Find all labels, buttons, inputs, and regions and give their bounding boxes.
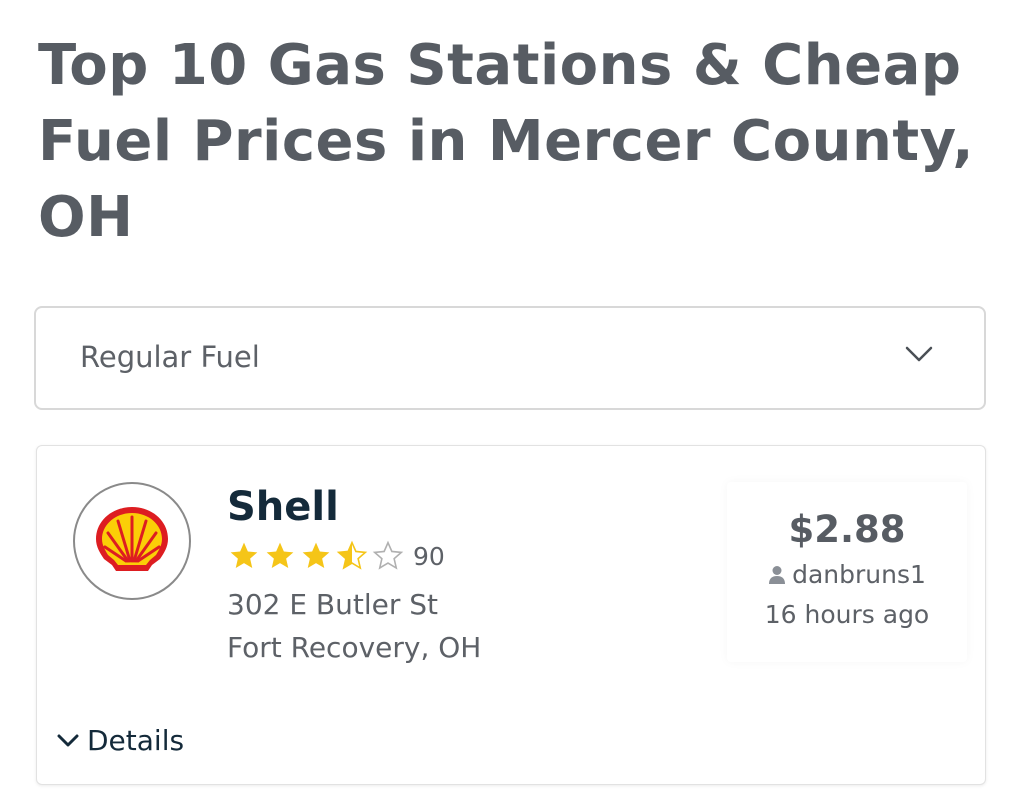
rating-count: 90: [413, 541, 445, 571]
shell-logo[interactable]: [73, 482, 191, 600]
shell-logo-icon: [96, 507, 168, 571]
address-city: Fort Recovery, OH: [227, 631, 482, 664]
fuel-type-value: Regular Fuel: [80, 340, 260, 374]
station-name[interactable]: Shell: [227, 482, 339, 532]
page-title: Top 10 Gas Stations & Cheap Fuel Prices …: [38, 33, 975, 250]
fuel-type-select[interactable]: Regular Fuel: [34, 306, 986, 410]
rating-stars: [227, 540, 407, 572]
star-half-icon: [336, 540, 368, 570]
star-full-icon: [266, 542, 294, 568]
price-box[interactable]: $2.88 danbruns1 16 hours ago: [727, 482, 967, 662]
details-toggle[interactable]: Details: [57, 724, 184, 757]
user-icon: [769, 565, 786, 584]
star-full-icon: [302, 542, 330, 568]
reporter-name: danbruns1: [792, 560, 926, 589]
chevron-down-icon: [57, 734, 79, 746]
details-label: Details: [87, 724, 185, 757]
rating: 90: [227, 538, 445, 574]
fuel-price: $2.88: [788, 508, 906, 551]
reported-time: 16 hours ago: [764, 600, 930, 629]
chevron-down-icon: [905, 346, 933, 362]
reporter: danbruns1: [727, 560, 967, 589]
station-card: Shell 90 302 E Butler St Fort Recovery, …: [36, 445, 986, 785]
star-empty-icon: [372, 540, 404, 570]
address-street: 302 E Butler St: [227, 588, 439, 621]
star-full-icon: [230, 542, 258, 568]
